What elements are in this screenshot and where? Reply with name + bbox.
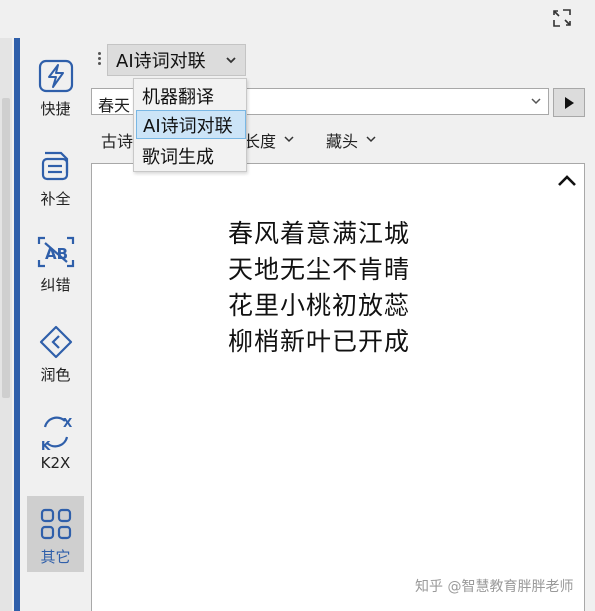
poem-line: 柳梢新叶已开成: [228, 327, 411, 356]
chevron-down-icon: [284, 134, 294, 147]
grid-icon: [37, 506, 75, 542]
poem-line: 花里小桃初放蕊: [228, 291, 411, 320]
k2x-icon: K X: [37, 414, 75, 451]
poem-line: 天地无尘不肯晴: [228, 255, 411, 284]
scrollbar-thumb[interactable]: [2, 98, 10, 398]
run-button[interactable]: [553, 88, 585, 117]
prompt-input-value: 春天: [98, 96, 131, 115]
chevron-down-icon: [366, 134, 376, 147]
style-dropdown-label: 古诗: [101, 132, 134, 151]
svg-text:K: K: [41, 439, 51, 451]
sidebar-item-label: 快捷: [40, 100, 71, 118]
chevron-up-icon: [558, 175, 576, 186]
sidebar-item-label: 纠错: [40, 276, 71, 294]
accent-bar: [14, 38, 20, 611]
sidebar-item-polish[interactable]: 润色: [27, 314, 84, 390]
acrostic-dropdown-label: 藏头: [326, 132, 359, 151]
sidebar-item-label: 其它: [40, 548, 71, 566]
mode-dropdown[interactable]: AI诗词对联: [107, 44, 246, 76]
mode-dropdown-menu: 机器翻译 AI诗词对联 歌词生成: [133, 78, 247, 172]
style-dropdown[interactable]: 古诗: [101, 128, 133, 152]
sidebar-item-label: K2X: [40, 454, 71, 472]
length-dropdown[interactable]: 长度: [244, 128, 294, 152]
sidebar-item-quick[interactable]: 快捷: [27, 48, 84, 124]
collapse-button[interactable]: [556, 172, 578, 190]
sidebar-item-label: 补全: [40, 190, 71, 208]
left-scrollbar[interactable]: [0, 38, 12, 611]
menu-item-lyrics[interactable]: 歌词生成: [136, 141, 246, 170]
acrostic-dropdown[interactable]: 藏头: [326, 128, 376, 152]
switch-layout-button[interactable]: [548, 5, 576, 31]
svg-text:X: X: [63, 416, 73, 430]
sidebar-item-complete[interactable]: 补全: [27, 138, 84, 214]
sidebar-item-other[interactable]: 其它: [27, 496, 84, 572]
sidebar-item-k2x[interactable]: K X K2X: [27, 404, 84, 480]
length-dropdown-label: 长度: [244, 132, 277, 151]
play-icon: [565, 96, 574, 109]
sidebar-item-label: 润色: [40, 366, 71, 384]
lightning-icon: [37, 58, 75, 94]
watermark: 知乎 @智慧教育胖胖老师: [415, 579, 574, 595]
sidebar-item-correct[interactable]: AB 纠错: [27, 224, 84, 300]
output-panel[interactable]: 春风着意满江城 天地无尘不肯晴 花里小桃初放蕊 柳梢新叶已开成 知乎 @智慧教育…: [91, 163, 585, 611]
polish-icon: [37, 324, 75, 360]
history-dropdown-icon[interactable]: [530, 93, 542, 112]
correct-icon: AB: [37, 234, 75, 270]
switch-icon: [553, 9, 571, 27]
complete-icon: [37, 148, 75, 184]
mode-dropdown-value: AI诗词对联: [116, 51, 206, 72]
menu-item-poetry[interactable]: AI诗词对联: [136, 110, 246, 139]
chevron-down-icon: [225, 49, 237, 75]
drag-handle-icon[interactable]: [96, 50, 102, 70]
poem-text: 春风着意满江城 天地无尘不肯晴 花里小桃初放蕊 柳梢新叶已开成: [228, 216, 410, 360]
menu-item-translate[interactable]: 机器翻译: [136, 81, 246, 110]
poem-line: 春风着意满江城: [228, 219, 411, 248]
